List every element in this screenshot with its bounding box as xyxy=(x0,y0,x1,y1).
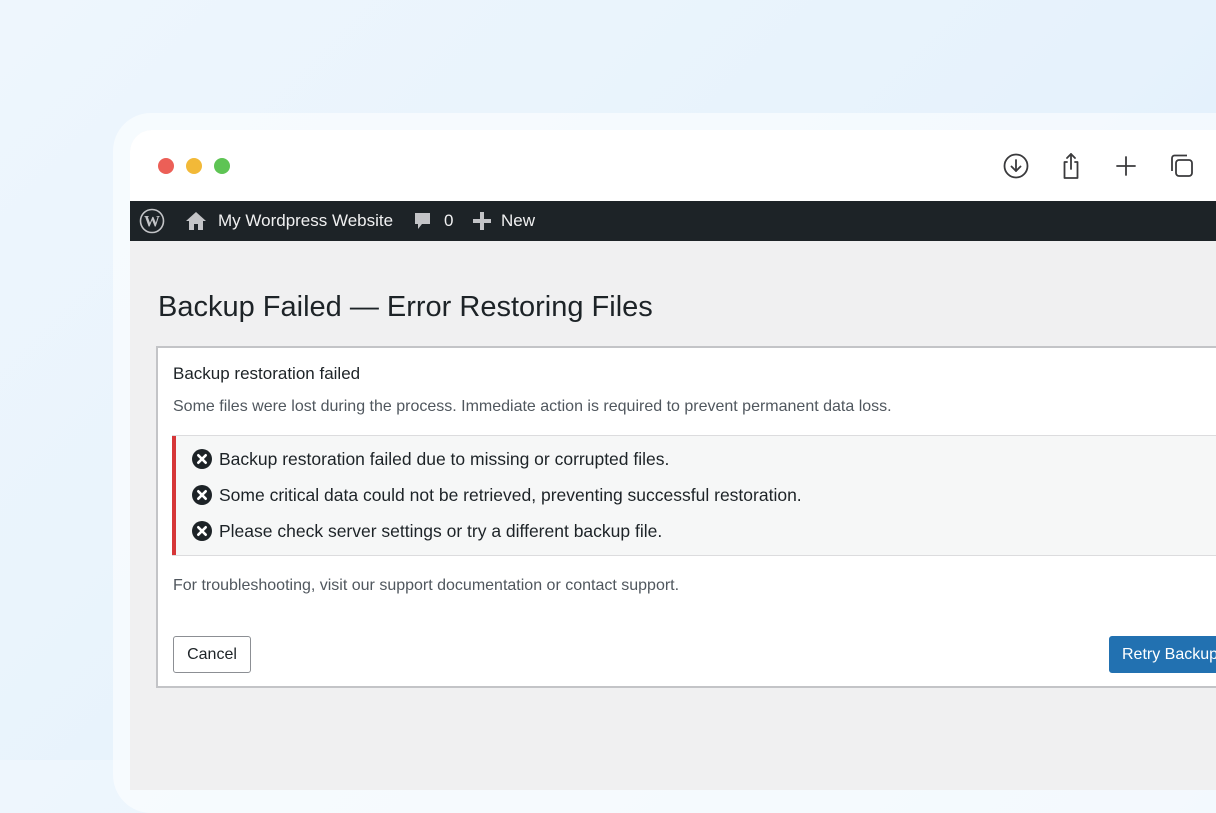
home-icon xyxy=(185,211,207,231)
new-tab-icon[interactable] xyxy=(1111,151,1141,181)
tabs-overview-icon[interactable] xyxy=(1167,151,1197,181)
browser-window: W My Wordpress Website 0 New Backup Fail… xyxy=(130,130,1216,790)
new-content-link[interactable]: New xyxy=(473,201,535,241)
error-text: Backup restoration failed due to missing… xyxy=(219,448,670,469)
error-item: Please check server settings or try a di… xyxy=(192,519,662,543)
download-icon[interactable] xyxy=(1001,151,1031,181)
retry-backup-button[interactable]: Retry Backup xyxy=(1109,636,1216,673)
card-description: Some files were lost during the process.… xyxy=(173,398,892,415)
share-icon[interactable] xyxy=(1056,151,1086,181)
site-name-link[interactable]: My Wordpress Website xyxy=(185,201,393,241)
comments-count: 0 xyxy=(444,211,454,230)
error-x-icon xyxy=(192,449,212,469)
wp-admin-bar: W My Wordpress Website 0 New xyxy=(130,201,1216,241)
error-text: Please check server settings or try a di… xyxy=(219,520,663,541)
error-accent-bar xyxy=(172,436,176,555)
close-window-button[interactable] xyxy=(158,158,174,174)
error-x-icon xyxy=(192,521,212,541)
error-item: Backup restoration failed due to missing… xyxy=(192,447,669,471)
wordpress-logo-icon[interactable]: W xyxy=(139,201,165,241)
site-name: My Wordpress Website xyxy=(218,211,394,230)
card-heading: Backup restoration failed xyxy=(173,364,361,383)
help-text: For troubleshooting, visit our support d… xyxy=(173,577,680,594)
error-notice: Backup restoration failed due to missing… xyxy=(172,435,1216,556)
error-text: Some critical data could not be retrieve… xyxy=(219,484,802,505)
error-x-icon xyxy=(192,485,212,505)
maximize-window-button[interactable] xyxy=(214,158,230,174)
browser-titlebar xyxy=(130,130,1216,201)
cancel-button[interactable]: Cancel xyxy=(173,636,251,673)
minimize-window-button[interactable] xyxy=(186,158,202,174)
error-card: Backup restoration failed Some files wer… xyxy=(156,346,1216,688)
comments-link[interactable]: 0 xyxy=(413,201,453,241)
error-item: Some critical data could not be retrieve… xyxy=(192,483,802,507)
plus-icon xyxy=(473,212,491,230)
svg-text:W: W xyxy=(144,214,160,231)
comment-icon xyxy=(413,212,432,231)
page-title: Backup Failed — Error Restoring Files xyxy=(158,291,653,323)
new-label: New xyxy=(501,211,536,230)
